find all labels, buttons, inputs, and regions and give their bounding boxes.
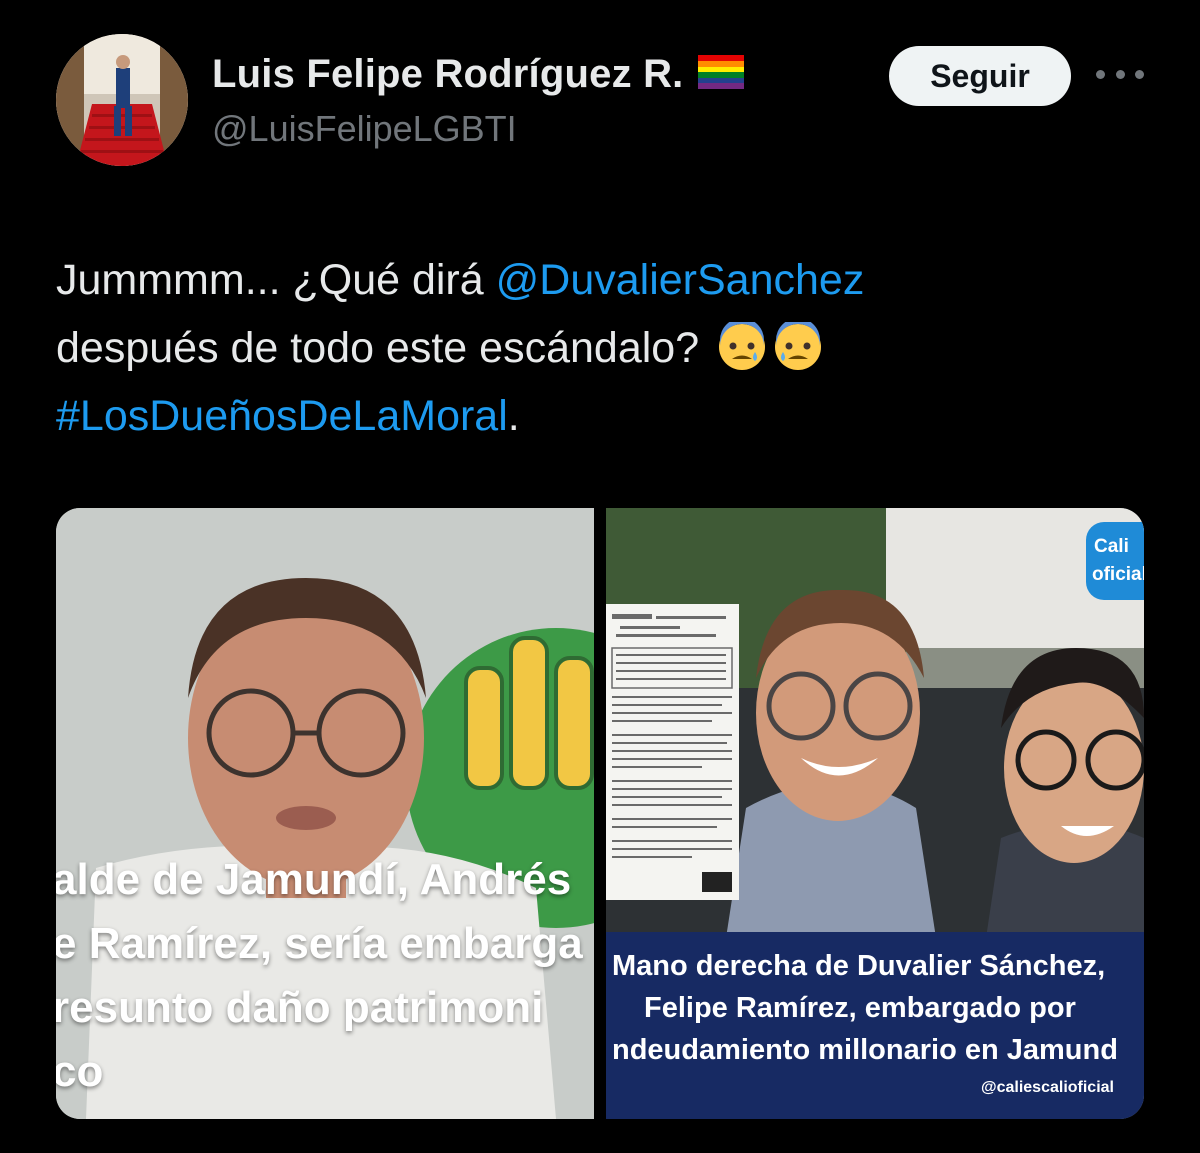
author-name[interactable]: Luis Felipe Rodríguez R.: [212, 52, 684, 97]
author-handle[interactable]: @LuisFelipeLGBTI: [212, 108, 517, 150]
cali-oficial-logo: Cali oficial: [1086, 522, 1144, 600]
left-caption: alde de Jamundí, Andrés e Ramírez, sería…: [56, 848, 594, 1104]
document-image: [606, 604, 739, 900]
tweet-text: Jummmm... ¿Qué dirá @DuvalierSanchez des…: [56, 246, 1156, 450]
caption-line: resunto daño patrimoni: [56, 983, 544, 1032]
caption-line: co: [56, 1047, 104, 1096]
tweet-text-part: Jummmm... ¿Qué dirá: [56, 256, 496, 304]
avatar[interactable]: [56, 34, 188, 166]
logo-text: oficial: [1092, 564, 1144, 585]
follow-button[interactable]: Seguir: [889, 46, 1071, 106]
caption-line: Mano derecha de Duvalier Sánchez,: [612, 950, 1106, 982]
caption-line: Felipe Ramírez, embargado por: [644, 992, 1076, 1024]
tweet-text-part: después de todo este escándalo?: [56, 324, 700, 372]
media-image-right[interactable]: Cali oficial Mano derecha de Duvalier Sá…: [606, 508, 1144, 1119]
media-image-left[interactable]: alde de Jamundí, Andrés e Ramírez, sería…: [56, 508, 594, 1119]
caption-line: alde de Jamundí, Andrés: [56, 855, 572, 904]
anxious-face-icon: [775, 322, 822, 370]
right-caption: Mano derecha de Duvalier Sánchez, Felipe…: [606, 932, 1144, 1119]
tweet-text-part: .: [507, 392, 520, 440]
hashtag-link[interactable]: #LosDueñosDeLaMoral: [56, 392, 508, 440]
more-options-icon[interactable]: [1096, 56, 1144, 92]
image-credit: @caliescalioficial: [980, 1079, 1114, 1096]
mention-link[interactable]: @DuvalierSanchez: [496, 256, 865, 304]
rainbow-flag-icon: [697, 55, 744, 94]
anxious-face-icon: [719, 322, 766, 370]
caption-line: e Ramírez, sería embarga: [56, 919, 583, 968]
caption-line: ndeudamiento millonario en Jamund: [612, 1034, 1118, 1066]
tweet-media[interactable]: alde de Jamundí, Andrés e Ramírez, sería…: [56, 508, 1144, 1119]
logo-text: Cali: [1094, 536, 1129, 557]
